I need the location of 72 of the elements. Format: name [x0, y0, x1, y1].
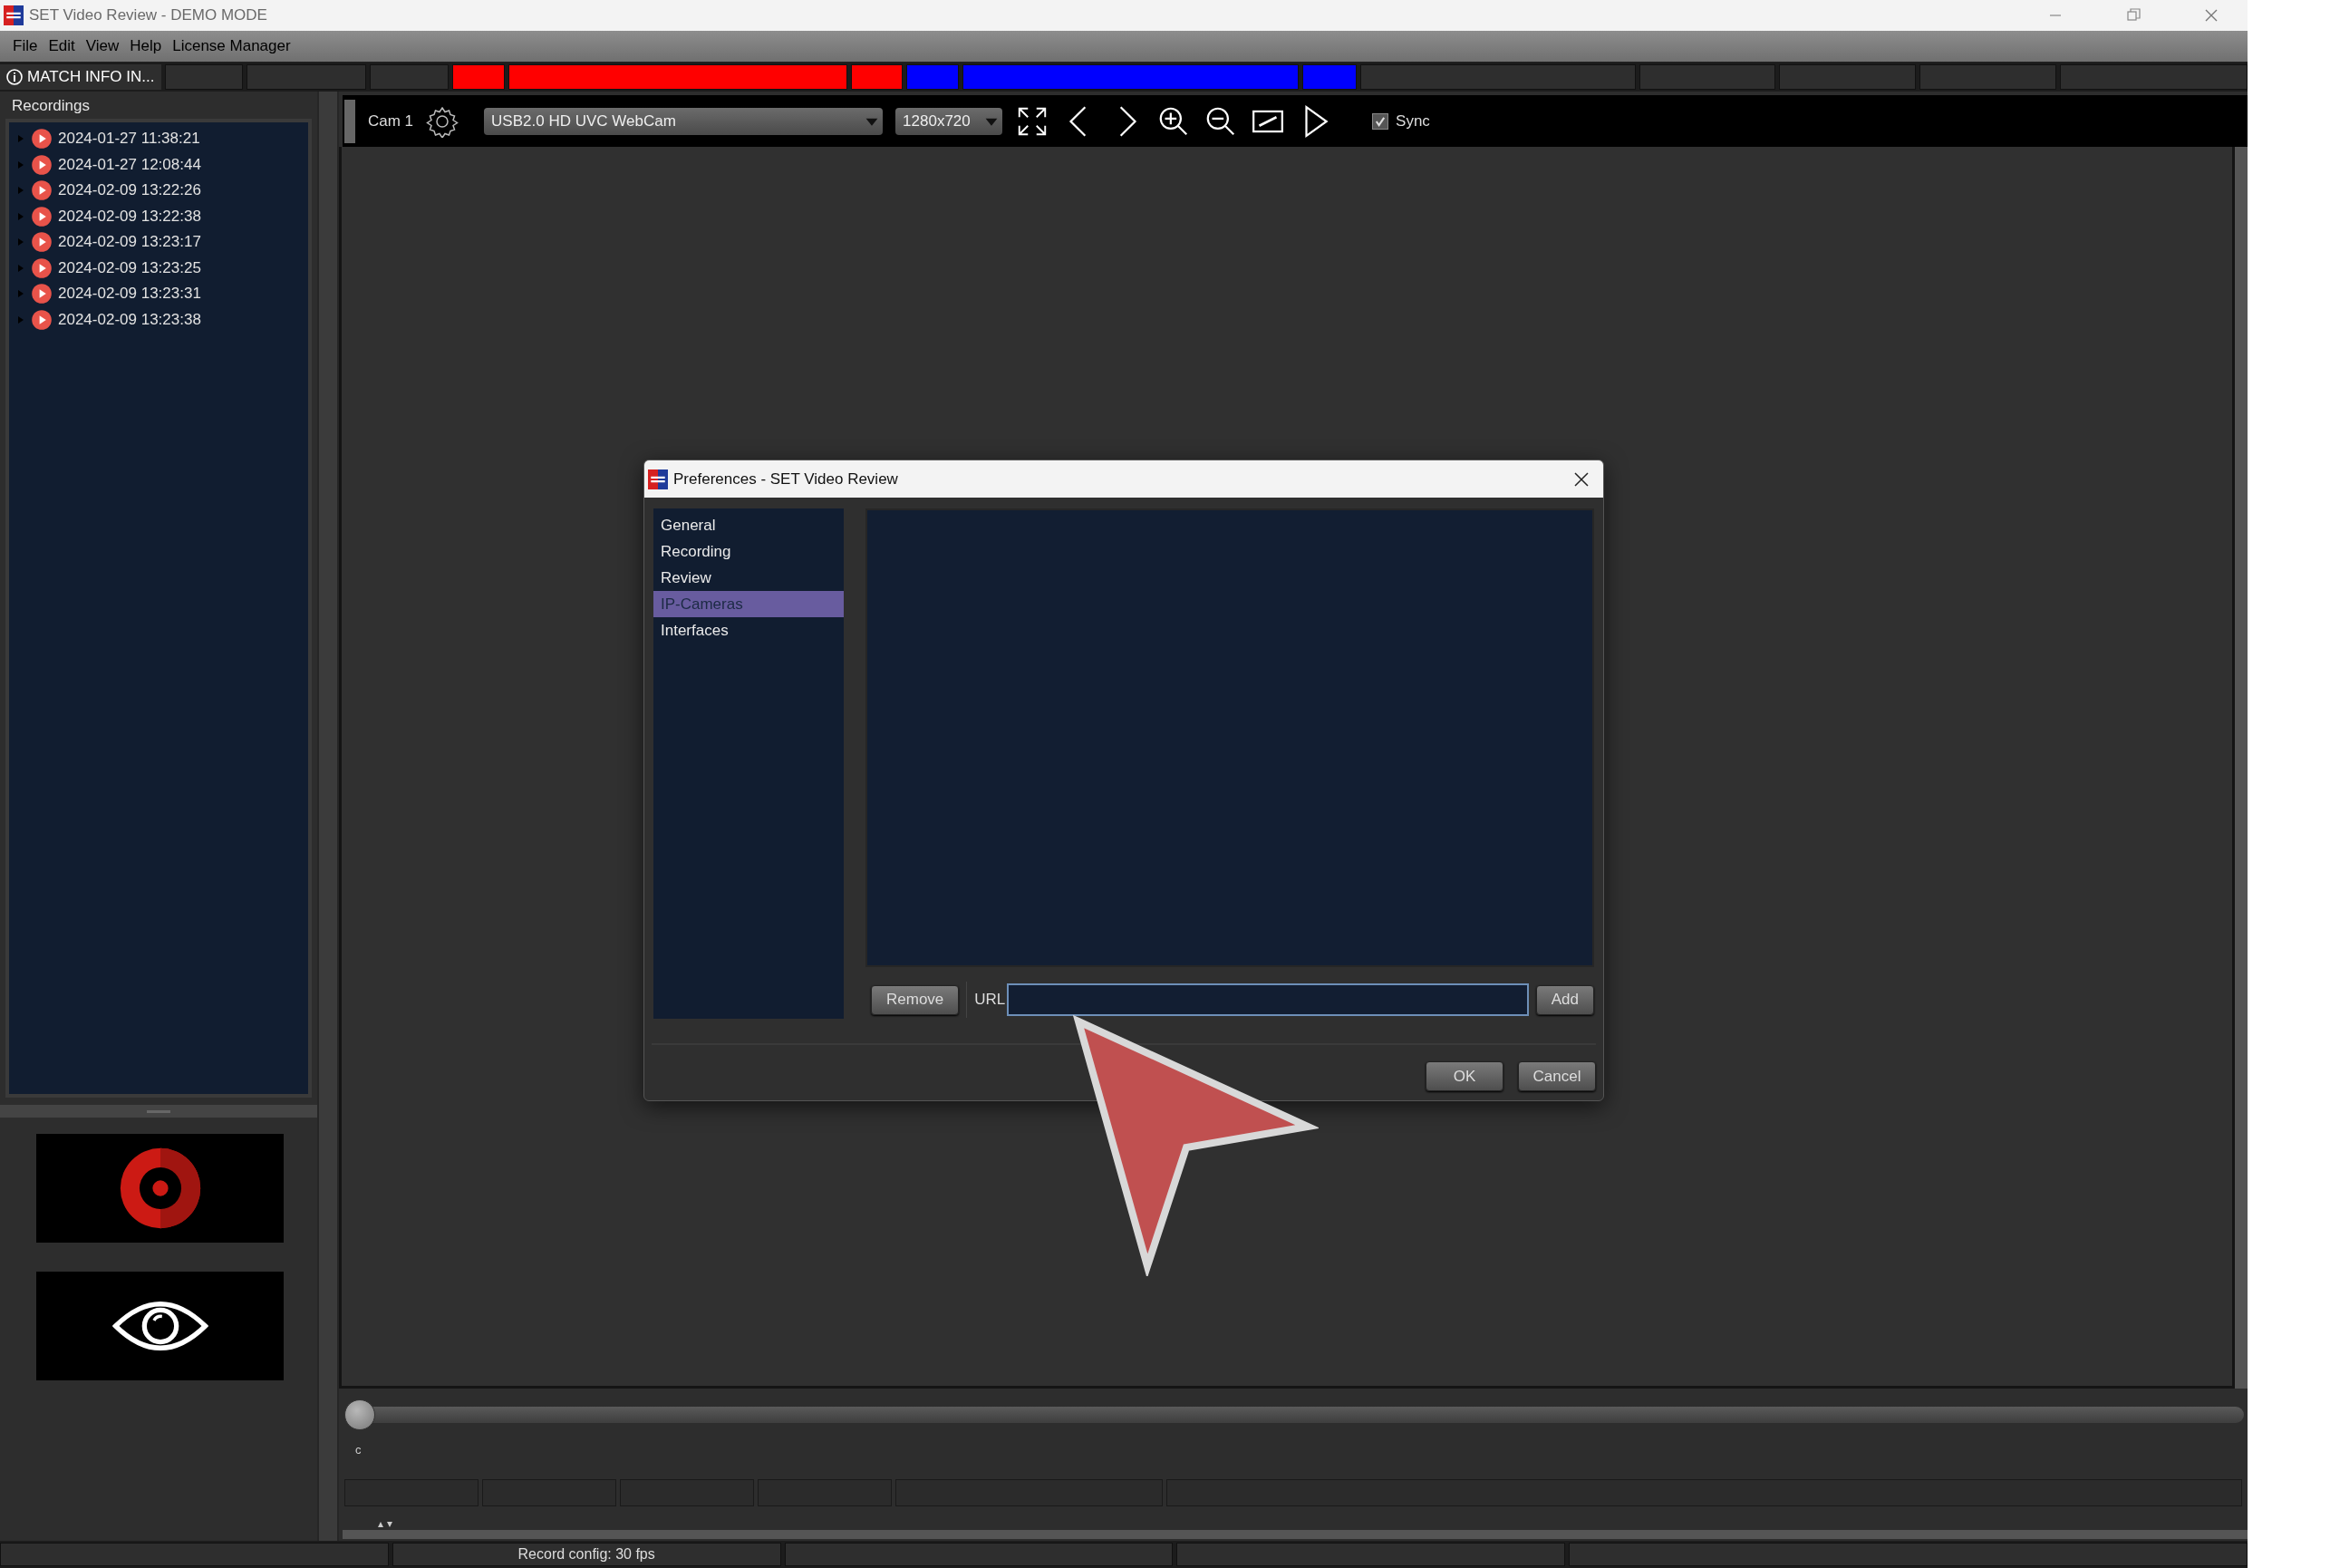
expand-arrow-icon[interactable] [16, 289, 25, 299]
timeline-label: c [355, 1443, 362, 1457]
recording-timestamp[interactable]: 2024-02-09 13:22:26 [58, 181, 201, 200]
match-segment[interactable] [508, 64, 848, 90]
app-logo-icon [648, 469, 668, 489]
nav-item[interactable]: Interfaces [653, 617, 844, 644]
checkmark-icon [1374, 114, 1387, 128]
play-icon [31, 308, 53, 331]
play-icon [31, 256, 53, 279]
up-down-arrows-icon[interactable] [377, 1521, 395, 1528]
play-icon [31, 153, 53, 176]
splitter-handle[interactable] [0, 1105, 317, 1118]
match-segment[interactable] [1302, 64, 1357, 90]
splitter-handle[interactable] [343, 1530, 2248, 1539]
timeline-slider[interactable] [344, 1399, 2244, 1430]
sync-label: Sync [1396, 111, 1430, 131]
expand-arrow-icon[interactable] [16, 237, 25, 247]
menu-item[interactable]: Help [130, 37, 162, 55]
cancel-button[interactable]: Cancel [1518, 1061, 1596, 1091]
recording-timestamp[interactable]: 2024-02-09 13:23:17 [58, 233, 201, 252]
expand-arrow-icon[interactable] [16, 211, 25, 221]
remove-button[interactable]: Remove [871, 984, 960, 1015]
menu-item[interactable]: File [13, 37, 38, 55]
recording-timestamp[interactable]: 2024-02-09 13:23:25 [58, 258, 201, 277]
camera-dropdown[interactable]: USB2.0 HD UVC WebCam [484, 107, 884, 135]
match-segment[interactable] [851, 64, 904, 90]
recording-timestamp[interactable]: 2024-01-27 11:38:21 [58, 130, 200, 149]
menu-item[interactable]: License Manager [172, 37, 291, 55]
expand-arrow-icon[interactable] [16, 315, 25, 324]
dialog-title: Preferences - SET Video Review [673, 469, 898, 489]
splitter-handle[interactable] [317, 92, 339, 1541]
recording-timestamp[interactable]: 2024-01-27 12:08:44 [58, 155, 201, 174]
toolbar-handle[interactable] [344, 99, 355, 143]
nav-item[interactable]: Review [653, 565, 844, 591]
match-segment[interactable] [906, 64, 960, 90]
review-button[interactable] [36, 1272, 284, 1380]
expand-arrow-icon[interactable] [16, 263, 25, 273]
slider-thumb[interactable] [344, 1399, 375, 1430]
window-title: SET Video Review - DEMO MODE [29, 6, 267, 24]
play-icon [31, 128, 53, 150]
recording-timestamp[interactable]: 2024-02-09 13:23:38 [58, 310, 201, 329]
url-label: URL [974, 991, 1006, 1009]
expand-arrow-icon[interactable] [16, 160, 25, 169]
nav-item[interactable]: General [653, 512, 844, 538]
recording-timestamp[interactable]: 2024-02-09 13:23:31 [58, 285, 201, 304]
settings-icon[interactable] [426, 104, 459, 138]
menu-item[interactable]: View [85, 37, 120, 55]
match-info-label: MATCH INFO IN... [27, 68, 155, 86]
url-field[interactable] [1007, 983, 1529, 1016]
play-icon [31, 205, 53, 227]
resolution-dropdown[interactable]: 1280x720 [895, 107, 1003, 135]
ok-button[interactable]: OK [1426, 1061, 1503, 1091]
match-info-button[interactable]: MATCH INFO IN... [0, 64, 161, 90]
menu-item[interactable]: Edit [48, 37, 75, 55]
match-segment[interactable] [962, 64, 1299, 90]
app-logo-icon [4, 5, 24, 25]
expand-arrow-icon[interactable] [16, 186, 25, 196]
expand-arrow-icon[interactable] [16, 134, 25, 144]
add-button[interactable]: Add [1535, 984, 1594, 1015]
camera-label: Cam 1 [368, 111, 414, 131]
recordings-title: Recordings [11, 96, 91, 116]
play-icon [31, 231, 53, 254]
nav-item[interactable]: Recording [653, 538, 844, 565]
recording-timestamp[interactable]: 2024-02-09 13:22:38 [58, 207, 201, 226]
close-icon[interactable] [1572, 469, 1590, 489]
status-text: Record config: 30 fps [517, 1546, 655, 1563]
info-icon [5, 68, 24, 86]
record-button[interactable] [36, 1134, 284, 1243]
play-icon [31, 283, 53, 305]
play-icon [31, 179, 53, 202]
sync-checkbox[interactable] [1372, 112, 1389, 130]
match-segment[interactable] [451, 64, 506, 90]
